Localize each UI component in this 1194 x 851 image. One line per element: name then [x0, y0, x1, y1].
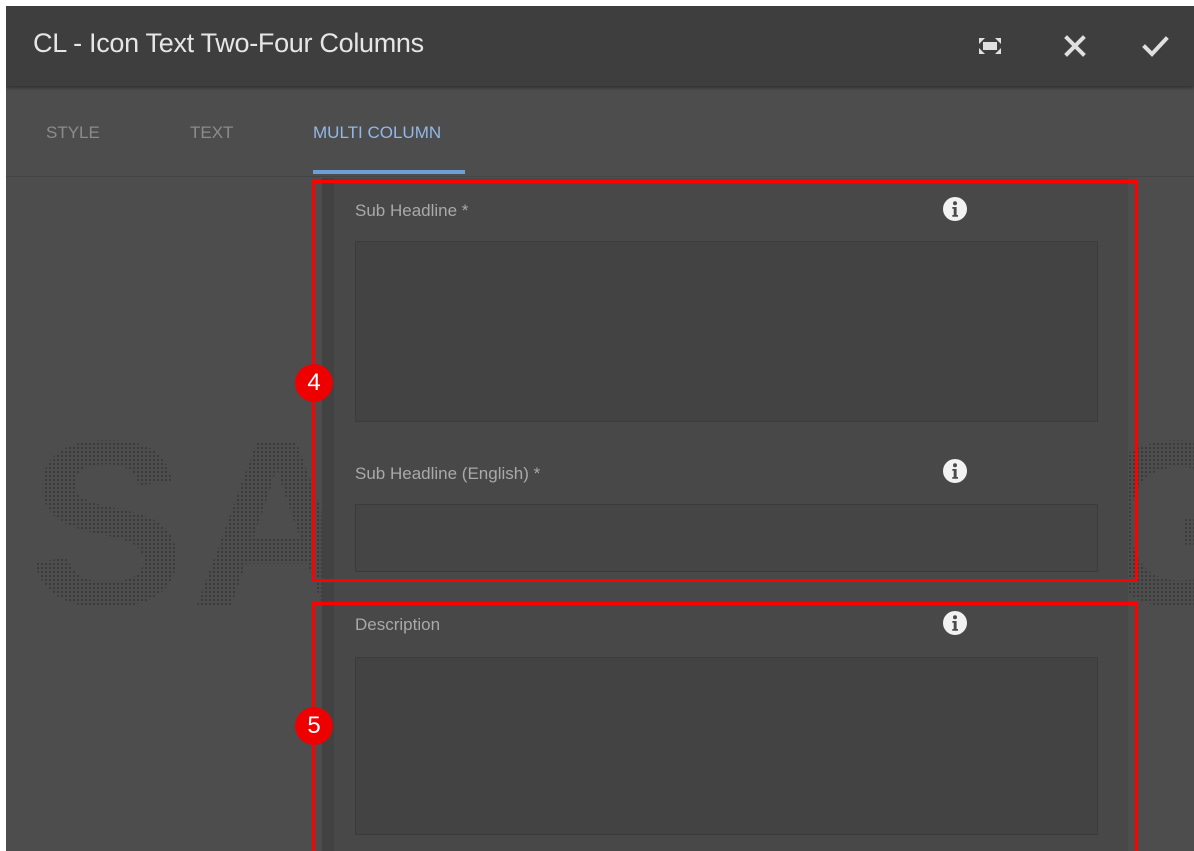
dialog-titlebar: CL - Icon Text Two-Four Columns	[6, 6, 1194, 86]
info-icon[interactable]	[942, 196, 968, 222]
info-icon[interactable]	[942, 458, 968, 484]
close-icon	[1064, 35, 1086, 57]
tab-style[interactable]: STYLE	[46, 123, 100, 143]
sub-headline-textarea[interactable]	[355, 241, 1098, 422]
active-tab-indicator	[313, 170, 465, 174]
sub-headline-english-input[interactable]	[355, 504, 1098, 572]
close-button[interactable]	[1057, 28, 1093, 64]
checkmark-icon	[1142, 36, 1169, 57]
callout-badge-5: 5	[295, 707, 333, 745]
sub-headline-english-label: Sub Headline (English) *	[355, 464, 541, 483]
dialog-title: CL - Icon Text Two-Four Columns	[33, 28, 424, 58]
tab-bar: STYLE TEXT MULTI COLUMN	[6, 86, 1194, 177]
edit-dialog: CL - Icon Text Two-Four Columns STYLE TE…	[6, 6, 1194, 851]
tab-text[interactable]: TEXT	[190, 123, 233, 143]
sub-headline-label: Sub Headline *	[355, 201, 469, 220]
tab-multi-column[interactable]: MULTI COLUMN	[313, 123, 441, 143]
fullscreen-button[interactable]	[972, 28, 1008, 64]
description-textarea[interactable]	[355, 657, 1098, 835]
fullscreen-icon	[979, 38, 1001, 54]
info-icon[interactable]	[942, 610, 968, 636]
done-button[interactable]	[1137, 28, 1173, 64]
callout-badge-4: 4	[295, 364, 333, 402]
description-label: Description	[355, 615, 441, 634]
